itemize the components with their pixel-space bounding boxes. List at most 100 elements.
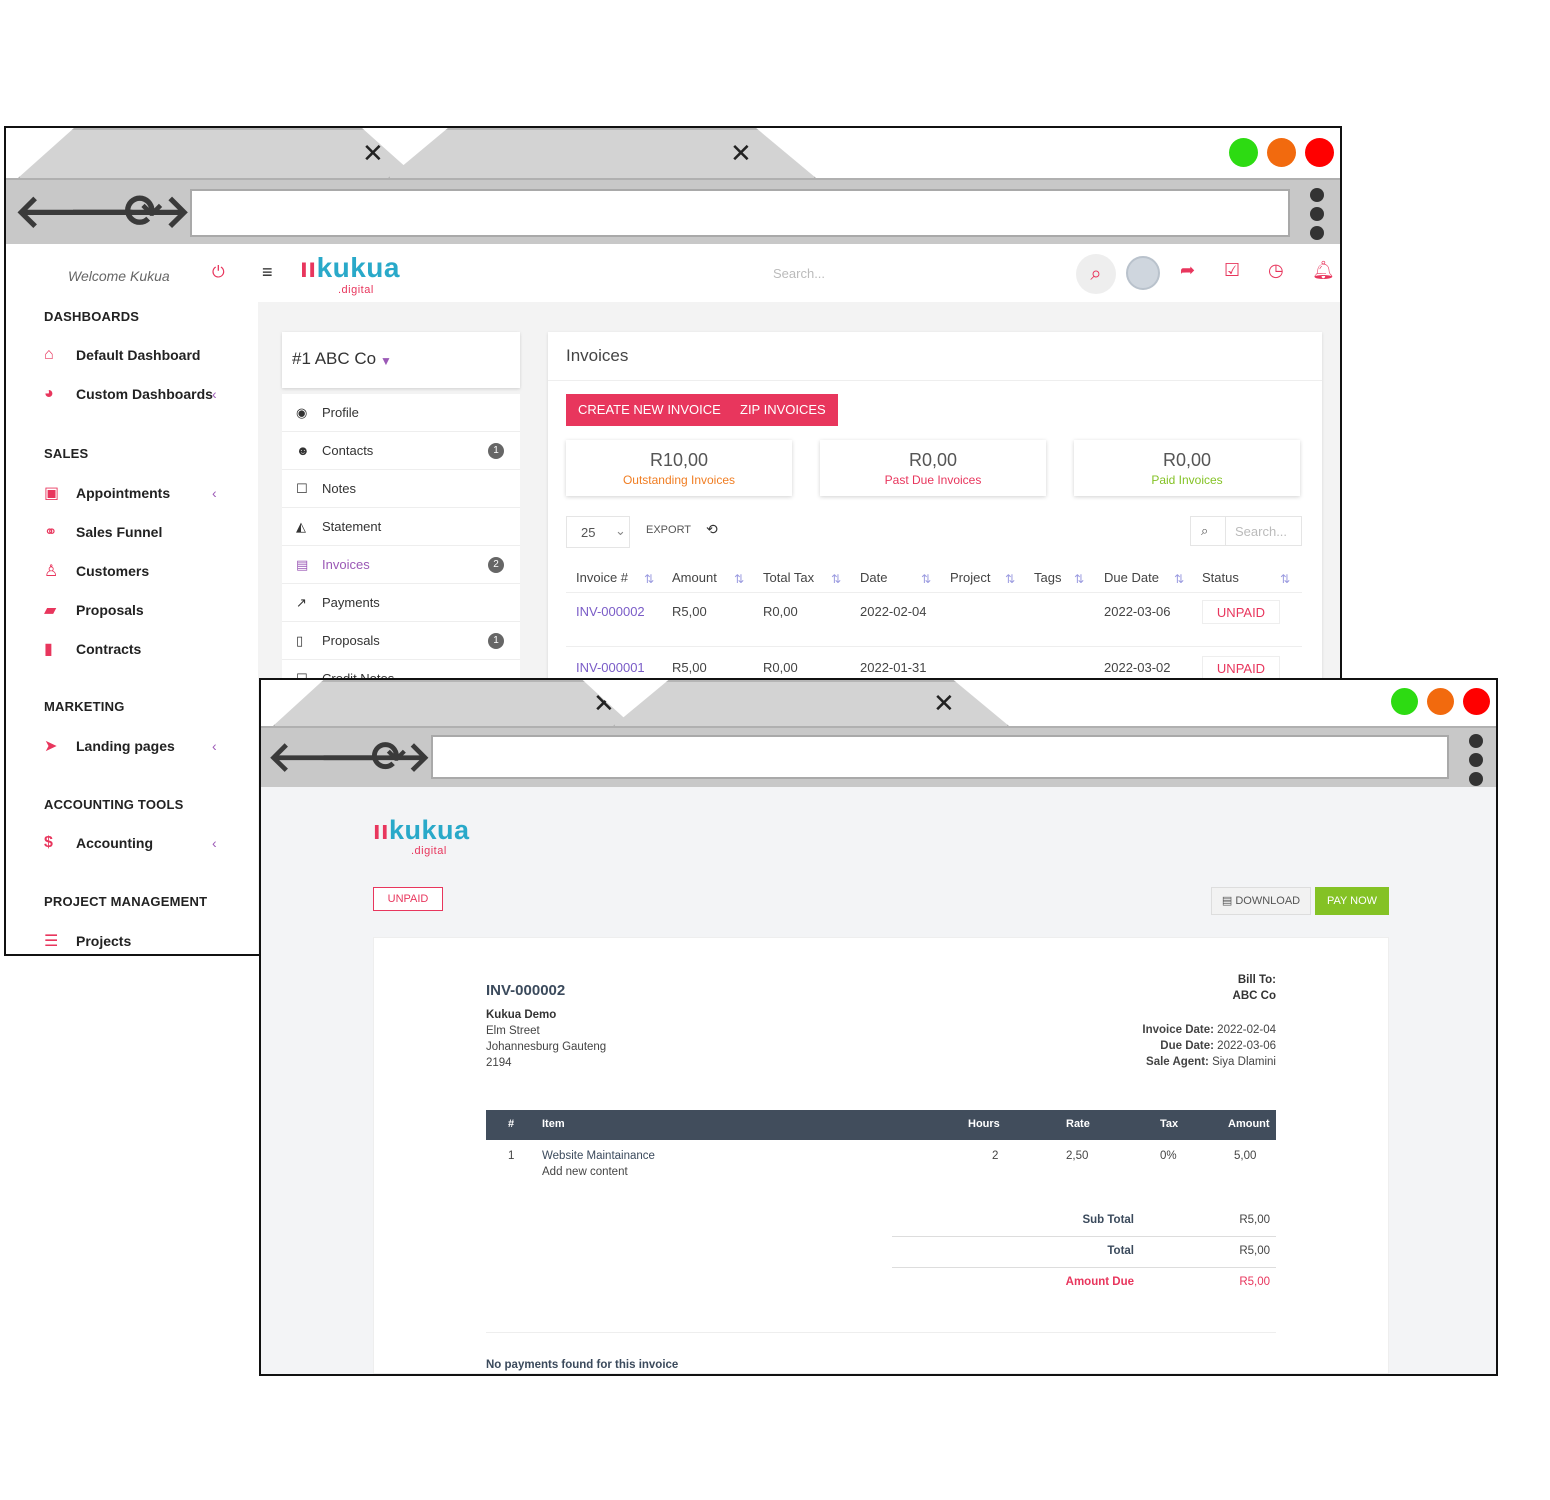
clock-icon[interactable]: ◷	[1268, 260, 1284, 281]
tab-bar: ✕ ✕	[6, 128, 1340, 178]
minimize-light[interactable]	[1267, 138, 1296, 167]
sort-icon[interactable]: ⇅	[1005, 572, 1015, 586]
tab-bar: ✕ ✕	[261, 680, 1496, 726]
page-length-select[interactable]: 25 ⌄	[566, 516, 630, 548]
invoice-link[interactable]: INV-000001	[576, 660, 645, 675]
download-button[interactable]: ▤ DOWNLOAD	[1211, 887, 1311, 915]
zip-invoices-button[interactable]: ZIP INVOICES	[728, 394, 838, 426]
col-tags[interactable]: Tags	[1034, 570, 1061, 585]
sale-agent: Sale Agent: Siya Dlamini	[1146, 1056, 1276, 1068]
customer-selector[interactable]: #1 ABC Co ▼	[282, 332, 520, 388]
sort-icon[interactable]: ⇅	[1280, 572, 1290, 586]
home-icon: ⌂	[44, 346, 54, 363]
customer-menu-notes[interactable]: ☐ Notes	[282, 470, 520, 508]
sidebar-item-accounting[interactable]: $ Accounting ‹	[44, 834, 217, 852]
logout-icon[interactable]: ⏻	[212, 264, 225, 282]
logo-bars-icon: ıı	[373, 815, 390, 845]
bell-icon[interactable]: 🔔︎	[1312, 260, 1335, 281]
browser-tab-1[interactable]: ✕	[18, 128, 418, 178]
search-icon[interactable]: ⌕	[1076, 254, 1116, 294]
sidebar-item-label: Accounting	[76, 835, 153, 851]
invoice-number: INV-000002	[486, 982, 566, 999]
customer-name: #1 ABC Co	[292, 349, 377, 368]
dollar-icon: $	[44, 834, 53, 851]
address-bar[interactable]	[431, 735, 1449, 779]
sidebar-item-customers[interactable]: ♙ Customers	[44, 561, 149, 581]
sidebar-item-label: Proposals	[76, 602, 144, 618]
close-tab-icon[interactable]: ✕	[593, 688, 615, 718]
sidebar-item-label: Sales Funnel	[76, 524, 163, 540]
sort-icon[interactable]: ⇅	[644, 572, 654, 586]
item-tax: 0%	[1160, 1150, 1177, 1162]
close-tab-icon[interactable]: ✕	[730, 138, 752, 168]
close-light[interactable]	[1463, 688, 1490, 715]
maximize-light[interactable]	[1229, 138, 1258, 167]
sidebar-item-landing-pages[interactable]: ➤ Landing pages ‹	[44, 736, 217, 756]
sidebar-item-contracts[interactable]: ▮ Contracts	[44, 639, 141, 659]
sidebar: Welcome Kukua ⏻ DASHBOARDS ⌂ Default Das…	[6, 244, 258, 954]
customer-menu-payments[interactable]: ↗ Payments	[282, 584, 520, 622]
kebab-menu-icon[interactable]	[1469, 734, 1483, 791]
col-amount[interactable]: Amount	[672, 570, 717, 585]
menu-label: Payments	[322, 595, 380, 610]
table-search-input[interactable]: ⌕ Search...	[1190, 516, 1302, 546]
reload-icon[interactable]: ⟳	[371, 734, 406, 780]
sort-icon[interactable]: ⇅	[734, 572, 744, 586]
create-invoice-button[interactable]: CREATE NEW INVOICE	[566, 394, 733, 426]
minimize-light[interactable]	[1427, 688, 1454, 715]
maximize-light[interactable]	[1391, 688, 1418, 715]
customer-menu-statement[interactable]: ◭ Statement	[282, 508, 520, 546]
menu-label: Statement	[322, 519, 382, 534]
header-search-input[interactable]: Search...	[773, 266, 825, 281]
sort-icon[interactable]: ⇅	[1174, 572, 1184, 586]
col-due-date[interactable]: Due Date	[1104, 570, 1159, 585]
col-hours: Hours	[968, 1118, 1000, 1130]
close-tab-icon[interactable]: ✕	[933, 688, 955, 718]
share-icon[interactable]: ➦	[1180, 260, 1195, 281]
col-amount: Amount	[1228, 1118, 1270, 1130]
customer-menu-invoices[interactable]: ▤ Invoices 2	[282, 546, 520, 584]
sidebar-item-default-dashboard[interactable]: ⌂ Default Dashboard	[44, 346, 200, 364]
invoice-link[interactable]: INV-000002	[576, 604, 645, 619]
book-icon: ▰	[44, 602, 57, 619]
col-total-tax[interactable]: Total Tax	[763, 570, 814, 585]
browser-tab-2[interactable]: ✕	[613, 680, 1009, 726]
close-tab-icon[interactable]: ✕	[362, 138, 384, 168]
stat-label: Outstanding Invoices	[622, 473, 736, 487]
caret-down-icon: ▼	[380, 354, 392, 368]
item-name: Website Maintainance	[542, 1150, 655, 1162]
col-project[interactable]: Project	[950, 570, 990, 585]
status-badge: UNPAID	[373, 887, 443, 911]
items-table-header: # Item Hours Rate Tax Amount	[486, 1110, 1276, 1140]
pay-now-button[interactable]: PAY NOW	[1315, 887, 1389, 915]
item-num: 1	[508, 1150, 515, 1162]
sidebar-item-sales-funnel[interactable]: ⚭ Sales Funnel	[44, 522, 162, 542]
customer-menu-proposals[interactable]: ▯ Proposals 1	[282, 622, 520, 660]
app-header: ≡ ııkukua .digital Search... ⌕ ➦ ☑ ◷ 🔔︎	[258, 244, 1340, 302]
close-light[interactable]	[1305, 138, 1334, 167]
kebab-menu-icon[interactable]	[1310, 188, 1324, 245]
avatar[interactable]	[1126, 256, 1160, 290]
sidebar-item-proposals[interactable]: ▰ Proposals	[44, 600, 144, 620]
hamburger-icon[interactable]: ≡	[262, 262, 273, 283]
file-text-icon: ▤	[296, 556, 309, 572]
reload-icon[interactable]: ⟳	[124, 188, 163, 234]
sort-icon[interactable]: ⇅	[921, 572, 931, 586]
customer-menu-contacts[interactable]: ☻ Contacts 1	[282, 432, 520, 470]
sort-icon[interactable]: ⇅	[1074, 572, 1084, 586]
sidebar-item-appointments[interactable]: ▣ Appointments ‹	[44, 483, 217, 503]
tasks-icon[interactable]: ☑	[1224, 260, 1240, 281]
customer-menu-profile[interactable]: ◉ Profile	[282, 394, 520, 432]
sort-icon[interactable]: ⇅	[831, 572, 841, 586]
browser-tab-1[interactable]: ✕	[273, 680, 633, 726]
col-date[interactable]: Date	[860, 570, 887, 585]
export-button[interactable]: EXPORT	[646, 524, 691, 536]
browser-tab-2[interactable]: ✕	[388, 128, 816, 178]
col-invoice-number[interactable]: Invoice #	[576, 570, 628, 585]
address-bar[interactable]	[190, 189, 1290, 237]
col-status[interactable]: Status	[1202, 570, 1239, 585]
sidebar-item-custom-dashboards[interactable]: ◕ Custom Dashboards ‹	[44, 385, 217, 403]
section-project-management: PROJECT MANAGEMENT	[44, 894, 208, 909]
refresh-icon[interactable]: ⟲	[706, 521, 718, 538]
sidebar-item-projects[interactable]: ☰ Projects	[44, 931, 131, 951]
